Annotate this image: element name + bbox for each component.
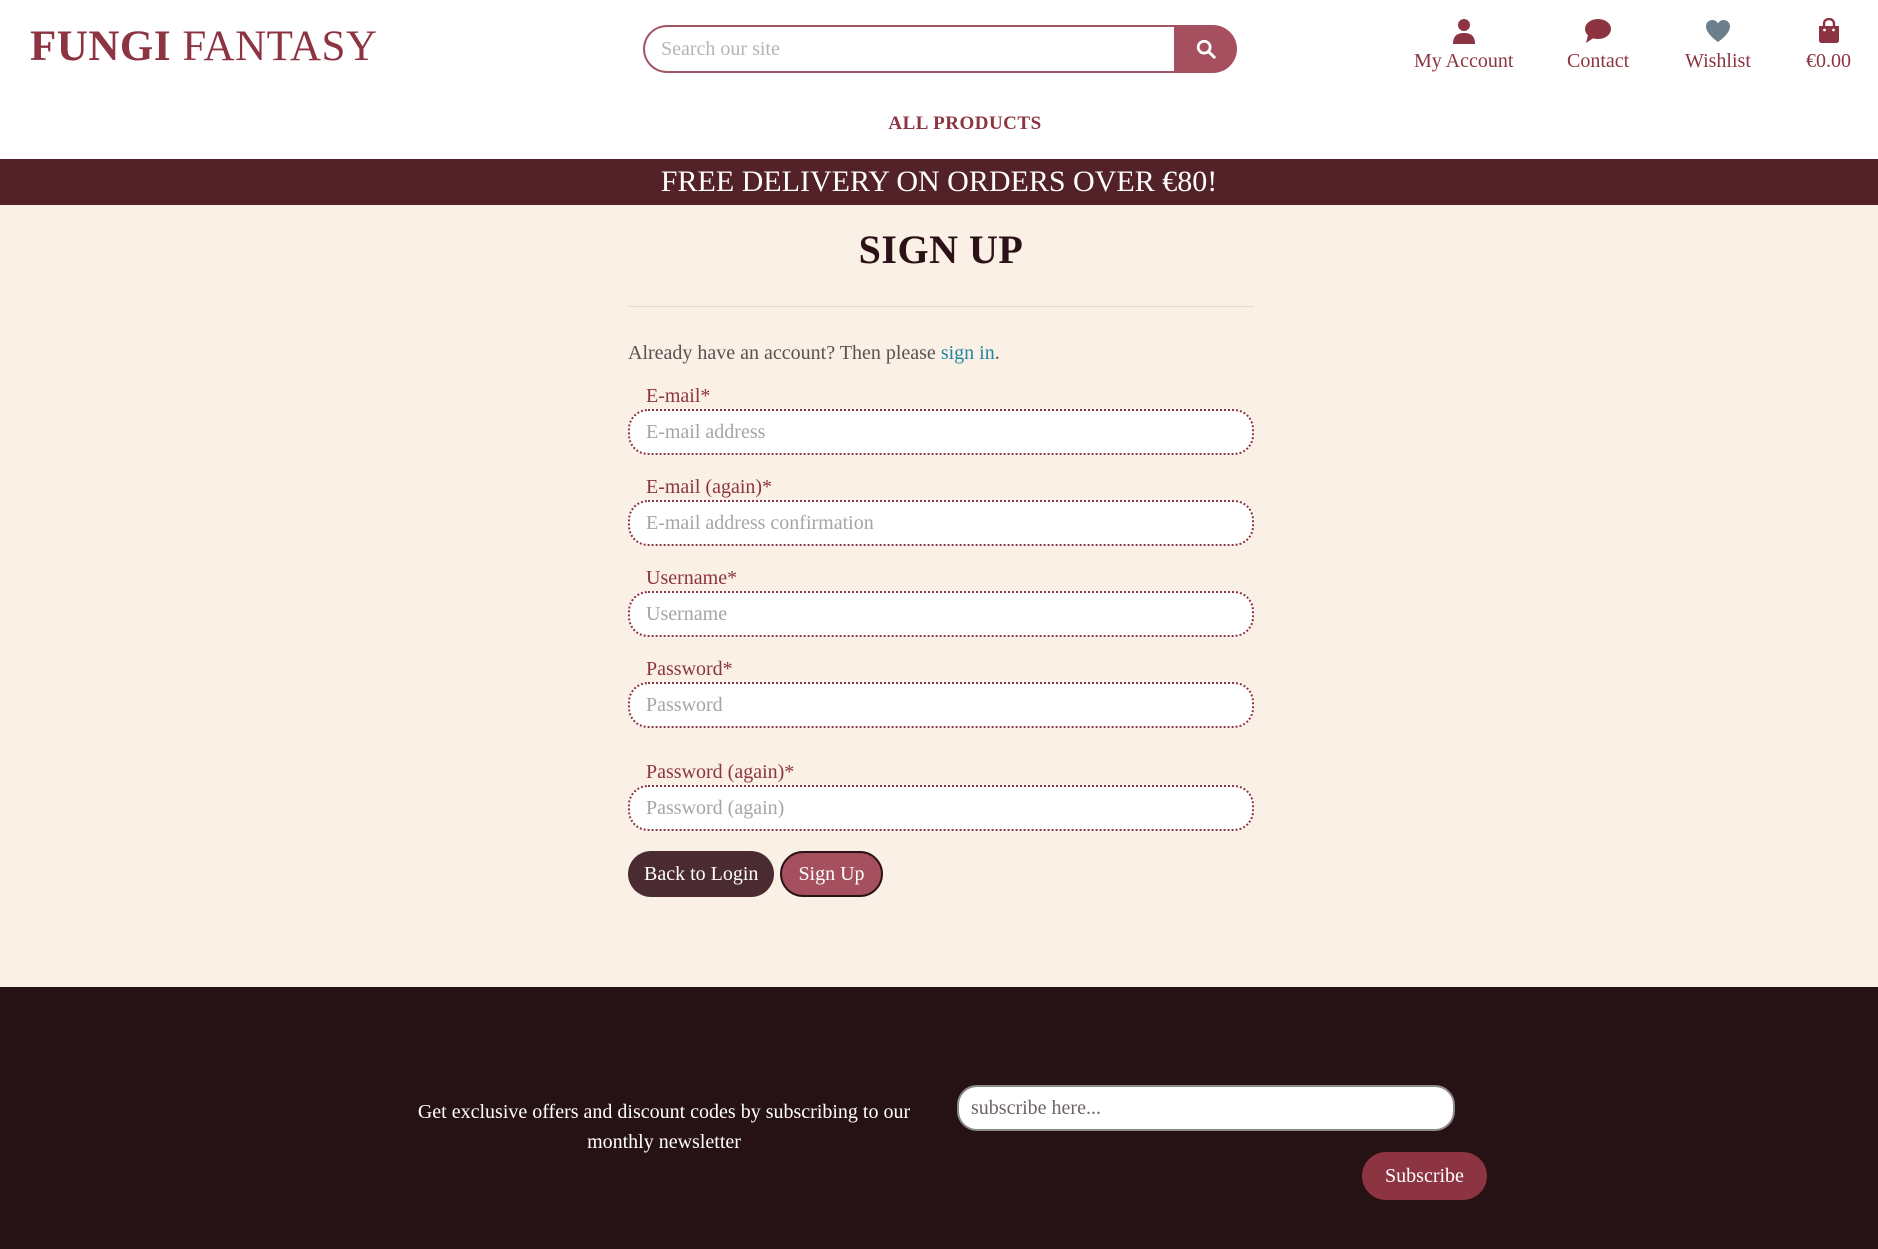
sign-up-button[interactable]: Sign Up [780, 851, 883, 897]
email-again-field[interactable] [628, 500, 1254, 546]
email-label: E-mail* [646, 385, 711, 407]
already-text: Already have an account? Then please [628, 342, 941, 364]
my-account-link[interactable]: My Account [1414, 18, 1513, 73]
delivery-banner: FREE DELIVERY ON ORDERS OVER €80! [0, 159, 1878, 205]
already-end: . [994, 342, 1000, 364]
password-field-group: Password* [628, 657, 1254, 728]
logo-regular: FANTASY [171, 23, 378, 70]
wishlist-label: Wishlist [1685, 50, 1751, 72]
form-buttons: Back to Login Sign Up [628, 851, 1254, 897]
subscribe-input[interactable] [957, 1085, 1455, 1131]
site-footer: Get exclusive offers and discount codes … [0, 987, 1878, 1249]
password-again-field[interactable] [628, 785, 1254, 831]
email-again-label: E-mail (again)* [646, 476, 773, 498]
signup-container: SIGN UP Already have an account? Then pl… [628, 205, 1254, 897]
username-field-group: Username* [628, 566, 1254, 637]
username-field[interactable] [628, 591, 1254, 637]
password-label: Password* [646, 658, 733, 680]
already-have-account-text: Already have an account? Then please sig… [628, 342, 1254, 365]
chat-bubble-icon [1585, 19, 1612, 43]
subscribe-button[interactable]: Subscribe [1362, 1152, 1487, 1200]
contact-label: Contact [1567, 50, 1630, 72]
site-header: FUNGI FANTASY My Account Contact [0, 0, 1878, 159]
newsletter-text: Get exclusive offers and discount codes … [417, 1101, 911, 1153]
password-again-field-group: Password (again)* [628, 760, 1254, 831]
wishlist-link[interactable]: Wishlist [1685, 18, 1751, 73]
email-field[interactable] [628, 409, 1254, 455]
search-input[interactable] [643, 25, 1174, 73]
password-again-label: Password (again)* [646, 761, 795, 783]
my-account-label: My Account [1414, 50, 1514, 72]
search-form [643, 25, 1237, 73]
page-title: SIGN UP [858, 227, 1024, 272]
email-again-field-group: E-mail (again)* [628, 475, 1254, 546]
cart-link[interactable]: €0.00 [1806, 18, 1851, 73]
back-to-login-button[interactable]: Back to Login [628, 851, 775, 897]
main-menu: ALL PRODUCTS [0, 113, 1878, 135]
search-button[interactable] [1174, 25, 1237, 73]
password-field[interactable] [628, 682, 1254, 728]
title-divider [628, 306, 1254, 307]
contact-link[interactable]: Contact [1567, 18, 1629, 73]
user-icon [1452, 19, 1475, 44]
logo-bold: FUNGI [30, 23, 172, 70]
all-products-link[interactable]: ALL PRODUCTS [888, 113, 1041, 134]
signup-form: E-mail* E-mail (again)* Username* Passwo… [628, 384, 1254, 897]
logo[interactable]: FUNGI FANTASY [30, 22, 378, 71]
email-field-group: E-mail* [628, 384, 1254, 455]
search-icon [1196, 39, 1216, 59]
signup-section: SIGN UP Already have an account? Then pl… [0, 205, 1878, 987]
header-nav: My Account Contact Wishlist €0.00 [1400, 18, 1860, 78]
heart-icon [1705, 20, 1730, 42]
cart-total: €0.00 [1806, 50, 1851, 72]
shopping-bag-icon [1818, 18, 1839, 43]
sign-in-link[interactable]: sign in [941, 342, 995, 364]
username-label: Username* [646, 567, 738, 589]
